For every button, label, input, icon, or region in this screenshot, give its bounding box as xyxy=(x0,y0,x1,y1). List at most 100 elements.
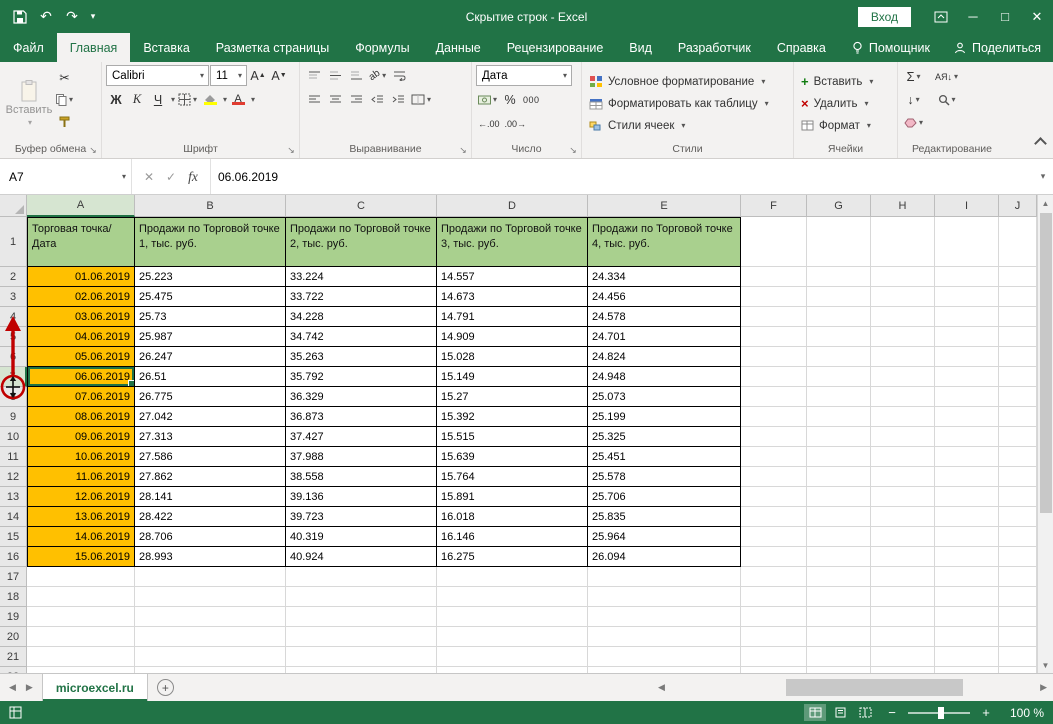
cell-J16[interactable] xyxy=(999,547,1037,567)
redo-button[interactable]: ↷ xyxy=(60,5,84,29)
cell-H13[interactable] xyxy=(871,487,935,507)
wrap-text-button[interactable] xyxy=(389,65,409,86)
col-header-G[interactable]: G xyxy=(807,195,871,217)
cell-F19[interactable] xyxy=(741,607,807,627)
row-header-16[interactable]: 16 xyxy=(0,547,27,567)
cell-F1[interactable] xyxy=(741,217,807,267)
font-color-button[interactable]: А xyxy=(228,89,248,110)
cell-B4[interactable]: 25.73 xyxy=(135,307,286,327)
conditional-formatting-button[interactable]: Условное форматирование ▾ xyxy=(586,71,789,93)
cell-D16[interactable]: 16.275 xyxy=(437,547,588,567)
cell-B6[interactable]: 26.247 xyxy=(135,347,286,367)
cell-J14[interactable] xyxy=(999,507,1037,527)
cell-G18[interactable] xyxy=(807,587,871,607)
cell-E16[interactable]: 26.094 xyxy=(588,547,741,567)
cell-A5[interactable]: 04.06.2019 xyxy=(27,327,135,347)
scroll-left-arrow[interactable]: ◀ xyxy=(658,682,665,693)
sheet-tab-active[interactable]: microexcel.ru xyxy=(41,674,148,701)
cell-J12[interactable] xyxy=(999,467,1037,487)
cell-D20[interactable] xyxy=(437,627,588,647)
cell-B15[interactable]: 28.706 xyxy=(135,527,286,547)
cell-E15[interactable]: 25.964 xyxy=(588,527,741,547)
ribbon-tab-3[interactable]: Разметка страницы xyxy=(203,33,342,62)
cell-D15[interactable]: 16.146 xyxy=(437,527,588,547)
row-header-12[interactable]: 12 xyxy=(0,467,27,487)
cell-J19[interactable] xyxy=(999,607,1037,627)
row-header-4[interactable]: 4 xyxy=(0,307,27,327)
cell-I18[interactable] xyxy=(935,587,999,607)
cell-A12[interactable]: 11.06.2019 xyxy=(27,467,135,487)
cell-E17[interactable] xyxy=(588,567,741,587)
cell-F5[interactable] xyxy=(741,327,807,347)
comma-style-button[interactable]: 000 xyxy=(521,89,542,110)
cell-J20[interactable] xyxy=(999,627,1037,647)
assistant-button[interactable]: Помощник xyxy=(840,33,942,62)
ribbon-tab-9[interactable]: Справка xyxy=(764,33,839,62)
cell-J3[interactable] xyxy=(999,287,1037,307)
ribbon-tab-5[interactable]: Данные xyxy=(423,33,494,62)
formula-input[interactable]: 06.06.2019 xyxy=(211,170,1033,184)
new-sheet-button[interactable]: + xyxy=(156,679,174,696)
cell-H11[interactable] xyxy=(871,447,935,467)
cell-I15[interactable] xyxy=(935,527,999,547)
number-dialog-launcher[interactable]: ↘ xyxy=(567,144,579,156)
page-layout-view-button[interactable] xyxy=(829,704,851,721)
find-select-button[interactable]: ▾ xyxy=(933,89,960,110)
cell-C12[interactable]: 38.558 xyxy=(286,467,437,487)
autosum-button[interactable]: Σ ▾ xyxy=(902,66,925,87)
cell-H19[interactable] xyxy=(871,607,935,627)
row-header-19[interactable]: 19 xyxy=(0,607,27,627)
cell-B2[interactable]: 25.223 xyxy=(135,267,286,287)
cell-B18[interactable] xyxy=(135,587,286,607)
paste-button[interactable]: Вставить ▾ xyxy=(4,65,54,142)
cell-I2[interactable] xyxy=(935,267,999,287)
copy-button[interactable]: ▾ xyxy=(54,89,75,110)
col-header-A[interactable]: A xyxy=(27,195,135,217)
decrease-decimal-button[interactable]: .00→ xyxy=(503,113,529,134)
cell-D5[interactable]: 14.909 xyxy=(437,327,588,347)
cell-B19[interactable] xyxy=(135,607,286,627)
cell-E21[interactable] xyxy=(588,647,741,667)
format-as-table-button[interactable]: Форматировать как таблицу ▾ xyxy=(586,93,789,115)
fill-color-button[interactable] xyxy=(200,89,220,110)
cell-D3[interactable]: 14.673 xyxy=(437,287,588,307)
cell-H21[interactable] xyxy=(871,647,935,667)
increase-indent-button[interactable] xyxy=(388,89,408,110)
cell-H6[interactable] xyxy=(871,347,935,367)
cell-G16[interactable] xyxy=(807,547,871,567)
cell-B16[interactable]: 28.993 xyxy=(135,547,286,567)
cell-E14[interactable]: 25.835 xyxy=(588,507,741,527)
cell-A19[interactable] xyxy=(27,607,135,627)
cell-I4[interactable] xyxy=(935,307,999,327)
ribbon-tab-6[interactable]: Рецензирование xyxy=(494,33,617,62)
ribbon-tab-2[interactable]: Вставка xyxy=(130,33,202,62)
row-header-5[interactable]: 5 xyxy=(0,327,27,347)
cell-E4[interactable]: 24.578 xyxy=(588,307,741,327)
row-header-21[interactable]: 21 xyxy=(0,647,27,667)
cell-J1[interactable] xyxy=(999,217,1037,267)
ribbon-display-options-button[interactable] xyxy=(925,0,957,33)
cell-H10[interactable] xyxy=(871,427,935,447)
cell-E7[interactable]: 24.948 xyxy=(588,367,741,387)
cell-G17[interactable] xyxy=(807,567,871,587)
bottom-align-button[interactable] xyxy=(346,65,366,86)
cell-B8[interactable]: 26.775 xyxy=(135,387,286,407)
cell-J21[interactable] xyxy=(999,647,1037,667)
cell-I16[interactable] xyxy=(935,547,999,567)
cell-A20[interactable] xyxy=(27,627,135,647)
cell-J7[interactable] xyxy=(999,367,1037,387)
cell-A4[interactable]: 03.06.2019 xyxy=(27,307,135,327)
cell-F18[interactable] xyxy=(741,587,807,607)
cell-H4[interactable] xyxy=(871,307,935,327)
cell-D9[interactable]: 15.392 xyxy=(437,407,588,427)
cell-G13[interactable] xyxy=(807,487,871,507)
cell-I17[interactable] xyxy=(935,567,999,587)
cell-A1[interactable]: Торговая точка/ Дата xyxy=(27,217,135,267)
insert-function-button[interactable]: fx xyxy=(184,169,202,185)
cell-F4[interactable] xyxy=(741,307,807,327)
cell-C6[interactable]: 35.263 xyxy=(286,347,437,367)
row-header-11[interactable]: 11 xyxy=(0,447,27,467)
row-header-18[interactable]: 18 xyxy=(0,587,27,607)
cell-E18[interactable] xyxy=(588,587,741,607)
cell-H18[interactable] xyxy=(871,587,935,607)
